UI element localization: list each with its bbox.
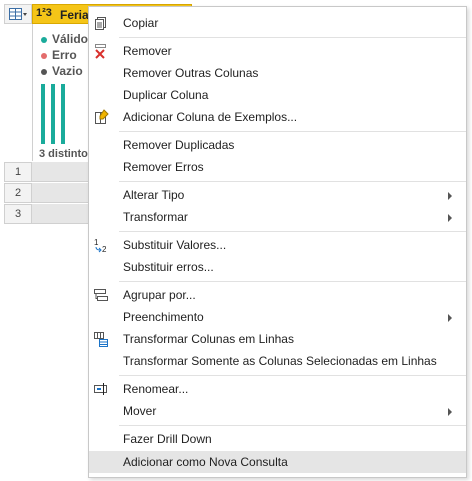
menu-item-fazer-drill-down[interactable]: Fazer Drill Down [89, 428, 466, 450]
remove-icon [93, 43, 109, 59]
submenu-arrow-icon [448, 214, 452, 222]
menu-item-label: Mover [123, 404, 157, 418]
table-cell[interactable] [32, 183, 90, 203]
menu-item-adicionar-coluna-de-exemplos[interactable]: Adicionar Coluna de Exemplos... [89, 106, 466, 128]
menu-item-remover-erros[interactable]: Remover Erros [89, 156, 466, 178]
menu-item-adicionar-como-nova-consulta[interactable]: Adicionar como Nova Consulta [89, 451, 466, 473]
menu-item-copiar[interactable]: Copiar [89, 12, 466, 34]
menu-item-label: Substituir Valores... [123, 238, 227, 252]
menu-item-transformar-somente-selecionadas[interactable]: Transformar Somente as Colunas Seleciona… [89, 350, 466, 372]
menu-item-substituir-erros[interactable]: Substituir erros... [89, 256, 466, 278]
menu-item-mover[interactable]: Mover [89, 400, 466, 422]
distribution-bar [61, 84, 65, 144]
unpivot-icon [93, 331, 109, 347]
table-menu-button[interactable] [4, 4, 32, 24]
table-cell[interactable] [32, 204, 90, 224]
menu-separator [119, 425, 466, 426]
menu-item-remover[interactable]: Remover [89, 40, 466, 62]
rename-icon [93, 381, 109, 397]
menu-item-label: Adicionar Coluna de Exemplos... [123, 110, 298, 124]
group-by-icon [93, 287, 109, 303]
replace-values-icon: 12 [93, 237, 109, 254]
submenu-arrow-icon [448, 314, 452, 322]
menu-item-label: Preenchimento [123, 310, 204, 324]
row-header[interactable]: 1 [4, 162, 32, 182]
menu-item-alterar-tipo[interactable]: Alterar Tipo [89, 184, 466, 206]
menu-item-duplicar-coluna[interactable]: Duplicar Coluna [89, 84, 466, 106]
menu-item-remover-duplicadas[interactable]: Remover Duplicadas [89, 134, 466, 156]
menu-item-label: Transformar Somente as Colunas Seleciona… [123, 354, 437, 368]
copy-icon [93, 15, 109, 31]
menu-item-label: Remover Duplicadas [123, 138, 235, 152]
menu-item-preenchimento[interactable]: Preenchimento [89, 306, 466, 328]
menu-separator [119, 281, 466, 282]
menu-item-label: Duplicar Coluna [123, 88, 209, 102]
distribution-chart [41, 84, 81, 144]
menu-item-transformar-colunas-em-linhas[interactable]: Transformar Colunas em Linhas [89, 328, 466, 350]
row-header[interactable]: 3 [4, 204, 32, 224]
menu-item-label: Fazer Drill Down [123, 432, 212, 446]
svg-text:2: 2 [102, 245, 107, 253]
menu-separator [119, 231, 466, 232]
menu-separator [119, 181, 466, 182]
distribution-bar [41, 84, 45, 144]
menu-item-label: Remover Outras Colunas [123, 66, 259, 80]
row-header[interactable]: 2 [4, 183, 32, 203]
menu-item-label: Remover Erros [123, 160, 204, 174]
menu-item-label: Transformar [123, 210, 188, 224]
menu-item-label: Substituir erros... [123, 260, 214, 274]
menu-item-remover-outras-colunas[interactable]: Remover Outras Colunas [89, 62, 466, 84]
whole-number-type-icon[interactable]: 1²3 [36, 7, 52, 19]
menu-item-label: Remover [123, 44, 172, 58]
menu-item-label: Alterar Tipo [123, 188, 185, 202]
submenu-arrow-icon [448, 408, 452, 416]
context-menu: Copiar Remover Remover Outras Colunas Du… [88, 6, 467, 478]
menu-item-label: Copiar [123, 16, 159, 30]
valid-dot-icon [41, 36, 47, 43]
column-profile: Válido Erro Vazio 3 distinto( [32, 24, 92, 161]
menu-item-agrupar-por[interactable]: Agrupar por... [89, 284, 466, 306]
legend-empty: Vazio [41, 64, 83, 78]
distinct-count: 3 distinto( [39, 148, 92, 160]
empty-dot-icon [41, 68, 47, 75]
menu-item-substituir-valores[interactable]: 12 Substituir Valores... [89, 234, 466, 256]
menu-item-label: Transformar Colunas em Linhas [123, 332, 294, 346]
menu-item-renomear[interactable]: Renomear... [89, 378, 466, 400]
menu-item-label: Adicionar como Nova Consulta [123, 455, 288, 469]
legend-error: Erro [41, 48, 77, 62]
menu-separator [119, 375, 466, 376]
menu-separator [119, 37, 466, 38]
svg-text:1: 1 [94, 238, 99, 247]
menu-item-label: Agrupar por... [123, 288, 196, 302]
legend-valid: Válido [41, 32, 88, 46]
table-icon [9, 8, 27, 20]
menu-separator [119, 131, 466, 132]
distribution-bar [51, 84, 55, 144]
table-cell[interactable] [32, 162, 90, 182]
submenu-arrow-icon [448, 192, 452, 200]
column-examples-icon [93, 109, 109, 125]
menu-item-label: Renomear... [123, 382, 189, 396]
error-dot-icon [41, 52, 47, 59]
menu-item-transformar[interactable]: Transformar [89, 206, 466, 228]
